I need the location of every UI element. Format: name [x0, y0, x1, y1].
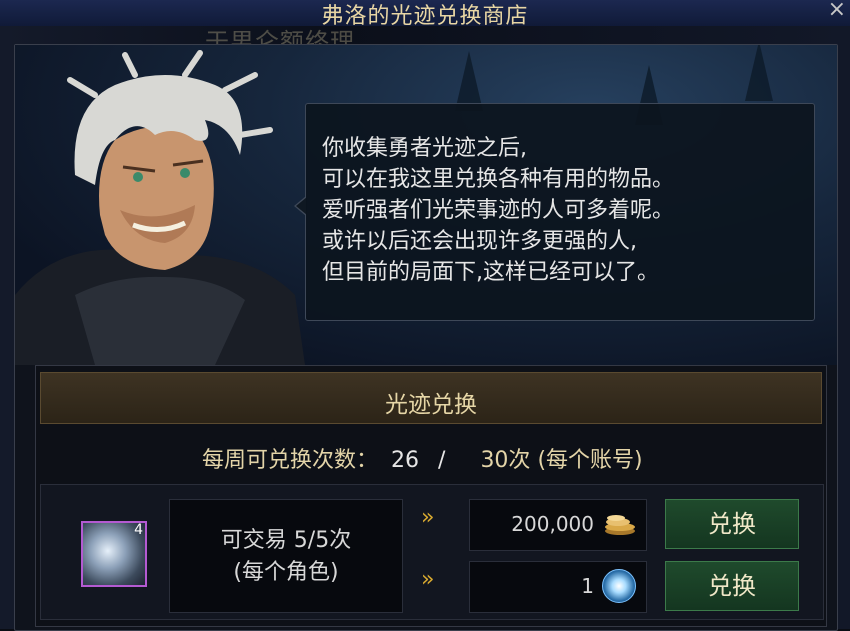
weekly-scope: (每个账号): [537, 448, 643, 473]
exchange-item-row: 4 可交易 5/5次 (每个角色) » 200,000 兑换 » 1 兑换: [40, 484, 824, 620]
window-titlebar: 弗洛的光迹兑换商店 ×: [0, 0, 850, 29]
weekly-limit-label: 每周可兑换次数：: [202, 448, 379, 473]
pine-tree-icon: [745, 45, 773, 101]
dialog-line: 你收集勇者光迹之后,: [322, 136, 527, 161]
item-tradable-limit: 可交易 5/5次: [220, 528, 352, 553]
shop-panel: 你收集勇者光迹之后, 可以在我这里兑换各种有用的物品。 爱听强者们光荣事迹的人可…: [14, 44, 838, 631]
double-arrow-icon: »: [421, 567, 435, 592]
dialog-line: 可以在我这里兑换各种有用的物品。: [322, 167, 675, 192]
item-info: 可交易 5/5次 (每个角色): [169, 499, 403, 613]
weekly-limit: 每周可兑换次数： 26 / 30次 (每个账号): [202, 442, 643, 474]
crystal-cost-value: 1: [581, 574, 594, 598]
exchange-section: 光迹兑换 每周可兑换次数： 26 / 30次 (每个账号) 4 可交易 5/5次…: [35, 365, 827, 627]
close-icon[interactable]: ×: [828, 0, 846, 22]
dialog-line: 爱听强者们光荣事迹的人可多着呢。: [322, 198, 675, 223]
npc-scene: 你收集勇者光迹之后, 可以在我这里兑换各种有用的物品。 爱听强者们光荣事迹的人可…: [15, 45, 837, 365]
weekly-current: 26: [391, 448, 420, 473]
crystal-icon: [602, 569, 636, 603]
pine-tree-icon: [455, 51, 483, 111]
item-limit-scope: (每个角色): [233, 560, 339, 585]
item-count-badge: 4: [134, 522, 143, 538]
gold-cost: 200,000: [469, 499, 647, 551]
exchange-button-gold[interactable]: 兑换: [665, 499, 799, 549]
dialog-line: 但目前的局面下,这样已经可以了。: [322, 260, 659, 285]
dialog-bubble: 你收集勇者光迹之后, 可以在我这里兑换各种有用的物品。 爱听强者们光荣事迹的人可…: [294, 103, 815, 321]
exchange-header: 光迹兑换: [40, 372, 822, 424]
gold-cost-value: 200,000: [511, 512, 594, 536]
light-trace-item-icon[interactable]: 4: [81, 521, 147, 587]
exchange-header-label: 光迹兑换: [385, 392, 477, 418]
weekly-max: 30次: [480, 448, 531, 473]
double-arrow-icon: »: [421, 505, 435, 530]
npc-portrait: [15, 50, 305, 365]
crystal-cost: 1: [469, 561, 647, 613]
dialog-line: 或许以后还会出现许多更强的人,: [322, 229, 637, 254]
exchange-button-crystal[interactable]: 兑换: [665, 561, 799, 611]
gold-coins-icon: [605, 515, 635, 535]
weekly-separator: /: [438, 448, 446, 473]
